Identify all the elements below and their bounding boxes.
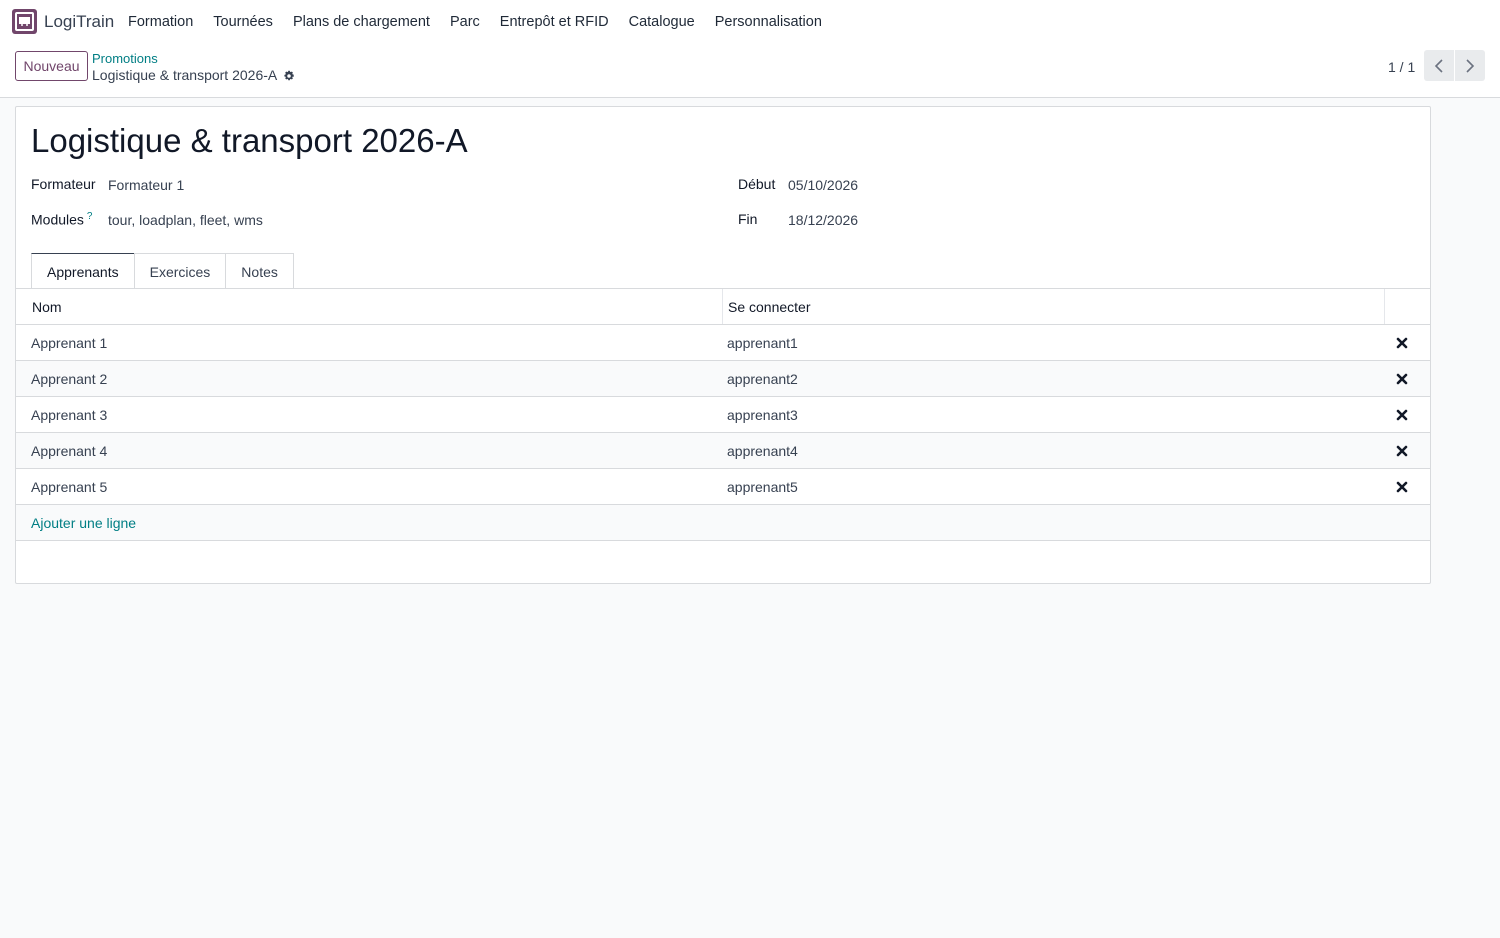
delete-row-icon[interactable] [1396, 372, 1408, 385]
row-login[interactable]: apprenant5 [727, 469, 798, 504]
row-nom[interactable]: Apprenant 5 [31, 469, 107, 504]
table-row[interactable]: Apprenant 4 apprenant4 [16, 432, 1430, 468]
table-row[interactable]: Apprenant 5 apprenant5 [16, 468, 1430, 504]
column-header-se-connecter[interactable]: Se connecter [728, 289, 811, 324]
row-nom[interactable]: Apprenant 2 [31, 361, 107, 396]
apprenants-table: Nom Se connecter Apprenant 1 apprenant1 … [16, 288, 1430, 541]
row-nom[interactable]: Apprenant 3 [31, 397, 107, 432]
table-row[interactable]: Apprenant 2 apprenant2 [16, 360, 1430, 396]
delete-row-icon[interactable] [1396, 408, 1408, 421]
menu-item-catalogue[interactable]: Catalogue [619, 14, 705, 30]
top-navbar: LogiTrain Formation Tournées Plans de ch… [0, 0, 1500, 44]
modules-label-text: Modules [31, 211, 84, 228]
table-header: Nom Se connecter [16, 288, 1430, 324]
row-login[interactable]: apprenant1 [727, 325, 798, 360]
table-bottom-divider [16, 540, 1430, 541]
breadcrumb-parent[interactable]: Promotions [92, 51, 158, 66]
row-nom[interactable]: Apprenant 1 [31, 325, 107, 360]
app-logo-icon[interactable] [12, 9, 37, 34]
record-title[interactable]: Logistique & transport 2026-A [31, 122, 468, 160]
row-login[interactable]: apprenant4 [727, 433, 798, 468]
breadcrumb: Logistique & transport 2026-A [92, 67, 295, 83]
delete-row-icon[interactable] [1396, 444, 1408, 457]
menu-item-tournees[interactable]: Tournées [203, 14, 283, 30]
menu-item-formation[interactable]: Formation [118, 14, 203, 30]
chevron-left-icon [1434, 58, 1443, 73]
help-icon[interactable]: ? [87, 211, 93, 222]
form-sheet: Logistique & transport 2026-A Formateur … [15, 106, 1431, 584]
pager-next-button[interactable] [1455, 50, 1485, 81]
app-name[interactable]: LogiTrain [44, 12, 114, 32]
row-nom[interactable]: Apprenant 4 [31, 433, 107, 468]
debut-label: Début [738, 176, 776, 192]
menu-item-plans-de-chargement[interactable]: Plans de chargement [283, 14, 440, 30]
row-login[interactable]: apprenant2 [727, 361, 798, 396]
modules-label: Modules? [31, 211, 92, 228]
table-row[interactable]: Apprenant 3 apprenant3 [16, 396, 1430, 432]
column-divider [1384, 289, 1385, 324]
chevron-right-icon [1466, 58, 1475, 73]
fin-field[interactable]: 18/12/2026 [788, 212, 858, 228]
modules-field[interactable]: tour, loadplan, fleet, wms [108, 212, 263, 228]
column-header-nom[interactable]: Nom [32, 289, 62, 324]
formateur-field[interactable]: Formateur 1 [108, 177, 184, 193]
new-button[interactable]: Nouveau [15, 51, 88, 81]
menu-item-personnalisation[interactable]: Personnalisation [705, 14, 832, 30]
tab-apprenants[interactable]: Apprenants [31, 253, 135, 289]
notebook-tabs: Apprenants Exercices Notes [31, 253, 294, 289]
menu-item-parc[interactable]: Parc [440, 14, 490, 30]
menu-item-entrepot-rfid[interactable]: Entrepôt et RFID [490, 14, 619, 30]
debut-field[interactable]: 05/10/2026 [788, 177, 858, 193]
formateur-label: Formateur [31, 176, 96, 192]
tab-notes[interactable]: Notes [225, 253, 294, 289]
fin-label: Fin [738, 211, 758, 227]
control-panel: Nouveau Promotions Logistique & transpor… [0, 44, 1500, 98]
gear-icon[interactable] [283, 69, 295, 81]
pager-value[interactable]: 1 / 1 [1388, 59, 1415, 75]
row-login[interactable]: apprenant3 [727, 397, 798, 432]
pager-previous-button[interactable] [1424, 50, 1454, 81]
breadcrumb-current: Logistique & transport 2026-A [92, 67, 278, 83]
tab-exercices[interactable]: Exercices [133, 253, 227, 289]
main-menu: Formation Tournées Plans de chargement P… [118, 0, 832, 44]
delete-row-icon[interactable] [1396, 336, 1408, 349]
add-line-link[interactable]: Ajouter une ligne [31, 505, 136, 540]
column-divider[interactable] [722, 289, 723, 324]
delete-row-icon[interactable] [1396, 480, 1408, 493]
table-row[interactable]: Apprenant 1 apprenant1 [16, 324, 1430, 360]
add-line-row: Ajouter une ligne [16, 504, 1430, 540]
